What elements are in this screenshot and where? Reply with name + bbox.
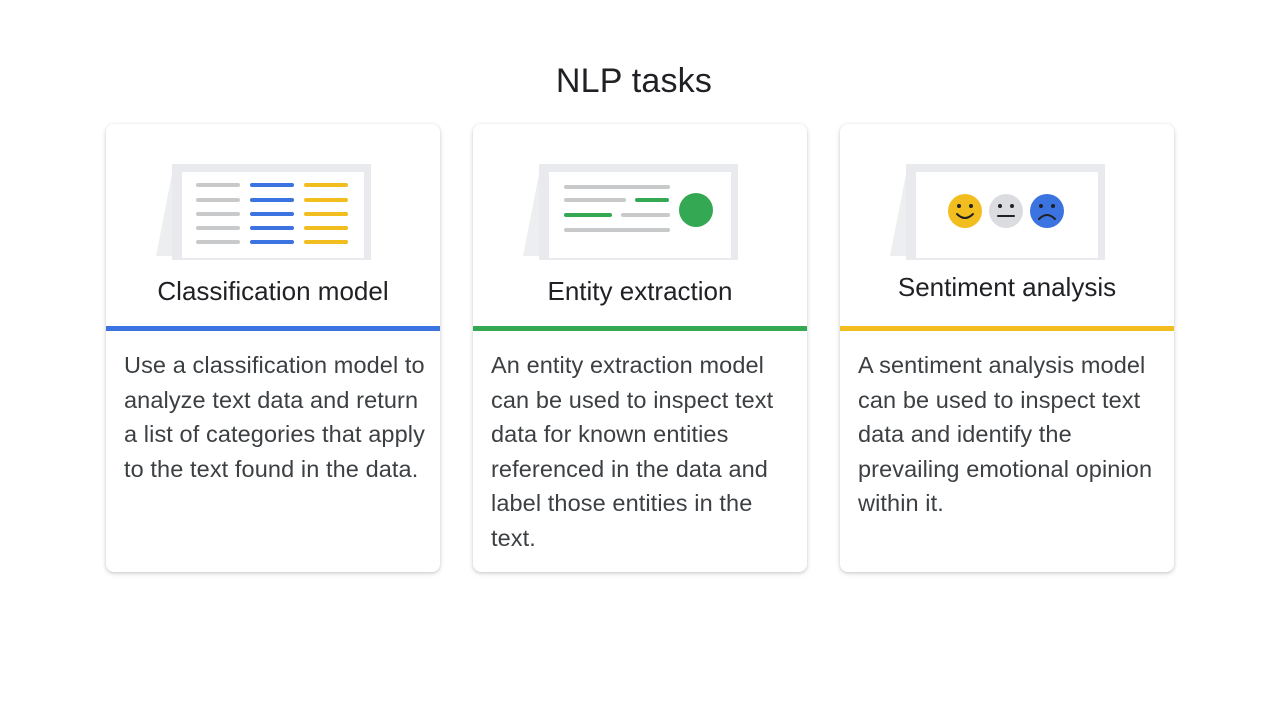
card-heading: Sentiment analysis: [897, 272, 1117, 302]
happy-face-icon: [948, 194, 982, 228]
sentiment-faces-icon: [890, 164, 1105, 260]
accent-bar-green: [473, 326, 807, 331]
slide-title: NLP tasks: [555, 62, 713, 100]
card-sentiment-analysis: Sentiment analysis A sentiment analysis …: [840, 124, 1174, 572]
card-classification-model: Classification model Use a classificatio…: [106, 124, 440, 572]
card-description: An entity extraction model can be used t…: [491, 352, 774, 551]
card-description: Use a classification model to analyze te…: [124, 352, 425, 482]
card-heading: Entity extraction: [547, 276, 733, 306]
sad-face-icon: [1030, 194, 1064, 228]
document-entity-icon: [523, 164, 738, 260]
slide: NLP tasks Classification model Use a cla…: [0, 0, 1280, 720]
neutral-face-icon: [989, 194, 1023, 228]
document-categories-icon: [156, 164, 371, 260]
card-entity-extraction: Entity extraction An entity extraction m…: [473, 124, 807, 572]
card-heading: Classification model: [157, 276, 389, 306]
accent-bar-blue: [106, 326, 440, 331]
card-description: A sentiment analysis model can be used t…: [858, 352, 1153, 517]
accent-bar-yellow: [840, 326, 1174, 331]
